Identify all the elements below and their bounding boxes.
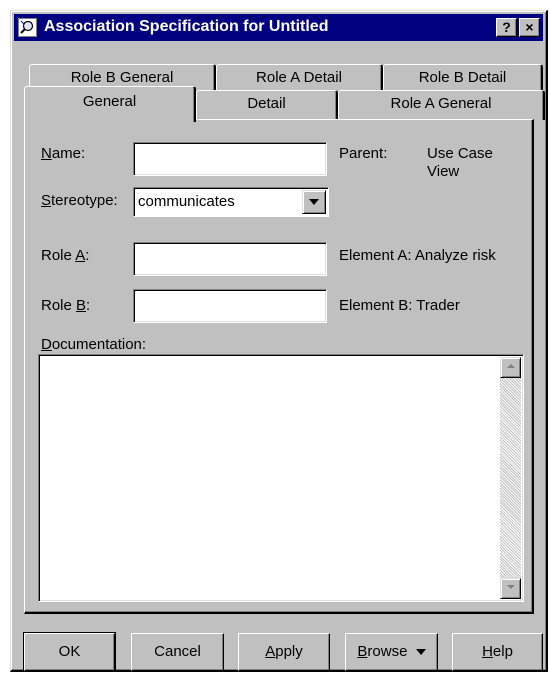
stereotype-dropdown[interactable]: communicates — [133, 187, 329, 217]
element-b-text: Element B: Trader — [339, 297, 460, 314]
tab-role-b-detail[interactable]: Role B Detail — [383, 64, 543, 92]
tab-label: Role A General — [390, 95, 492, 112]
stereotype-selected-value: communicates — [138, 193, 235, 210]
tab-general[interactable]: General — [24, 86, 196, 122]
parent-label: Parent: — [339, 145, 388, 162]
general-tab-panel: Name: Parent: Use Case View Stereotype: … — [24, 119, 534, 614]
title-close-button[interactable]: × — [519, 18, 540, 37]
title-help-button[interactable]: ? — [496, 18, 517, 37]
role-b-input[interactable] — [133, 289, 327, 323]
scroll-up-arrow-icon[interactable] — [500, 357, 521, 378]
tab-label: Detail — [247, 95, 286, 112]
cancel-button[interactable]: Cancel — [131, 633, 224, 671]
title-bar[interactable]: Association Specification for Untitled ?… — [14, 14, 543, 41]
name-label: Name: — [41, 145, 86, 162]
tab-label: Role B Detail — [418, 69, 507, 86]
browse-button[interactable]: Browse — [345, 633, 438, 671]
documentation-textarea[interactable] — [38, 354, 524, 602]
chevron-down-icon[interactable] — [302, 190, 326, 214]
help-button[interactable]: Help — [452, 633, 543, 671]
role-a-label: Role A: — [41, 247, 90, 264]
tab-label: General — [82, 93, 137, 110]
name-input[interactable] — [133, 142, 327, 176]
apply-button[interactable]: Apply — [238, 633, 330, 671]
tab-role-a-general[interactable]: Role A General — [338, 90, 545, 120]
stereotype-label: Stereotype: — [41, 192, 118, 209]
magnifier-icon — [18, 18, 37, 37]
tab-label: Role B General — [70, 69, 174, 86]
parent-value: Use Case View — [427, 145, 493, 180]
element-a-text: Element A: Analyze risk — [339, 247, 496, 264]
tab-label: Role A Detail — [256, 69, 342, 86]
documentation-label: Documentation: — [41, 336, 147, 353]
ok-button[interactable]: OK — [23, 632, 116, 672]
documentation-scrollbar[interactable] — [500, 357, 521, 599]
tab-detail[interactable]: Detail — [196, 90, 338, 120]
role-a-input[interactable] — [133, 242, 327, 276]
scroll-down-arrow-icon[interactable] — [500, 578, 521, 599]
tab-role-a-detail[interactable]: Role A Detail — [216, 64, 383, 92]
role-b-label: Role B: — [41, 297, 91, 314]
browse-dropdown-icon — [415, 649, 426, 656]
dialog-title: Association Specification for Untitled — [44, 18, 329, 35]
association-specification-dialog: Association Specification for Untitled ?… — [10, 10, 548, 672]
